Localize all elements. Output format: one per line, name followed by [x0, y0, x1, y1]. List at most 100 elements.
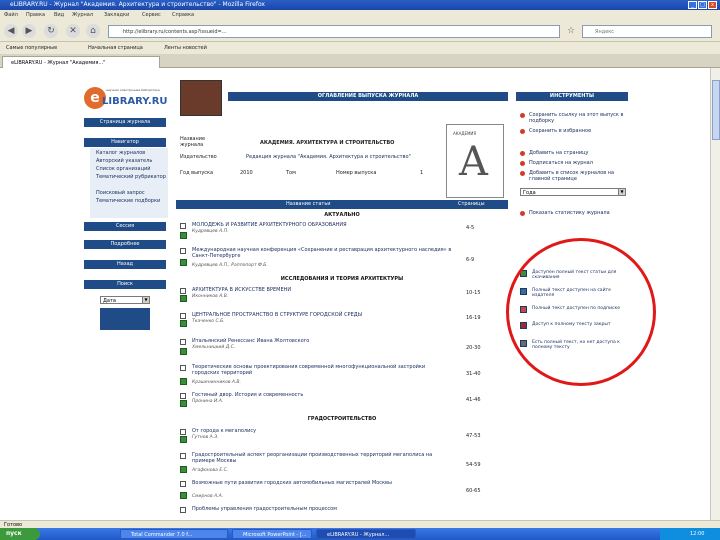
leftnav-item[interactable]: Авторский указатель [96, 158, 152, 164]
menu-file[interactable]: Файл [4, 12, 18, 18]
tab-bar: eLIBRARY.RU - Журнал "Академия..." [0, 54, 720, 68]
leftnav-item[interactable]: Поисковый запрос [96, 190, 145, 196]
back-button[interactable]: ◀ [4, 24, 18, 38]
bookmark-popular[interactable]: Самые популярные [6, 45, 57, 51]
tool-item[interactable]: Сохранить в избранное [520, 128, 624, 136]
url-bar[interactable]: http://elibrary.ru/contents.asp?issueid=… [108, 25, 560, 38]
session-button[interactable]: Сессия [84, 222, 166, 231]
scrollbar-thumb[interactable] [712, 80, 720, 140]
article-author[interactable]: Крашенинников А.В. [192, 380, 241, 385]
bullet-icon [520, 171, 525, 176]
menu-help[interactable]: Справка [172, 12, 194, 18]
pdf-icon[interactable] [180, 400, 187, 407]
article-author[interactable]: Пронина И.А. [192, 399, 223, 404]
pdf-icon[interactable] [180, 348, 187, 355]
article-pages: 60-65 [466, 488, 481, 494]
publisher-value[interactable]: Редакция журнала "Академия. Архитектура … [246, 154, 411, 160]
pdf-icon[interactable] [180, 232, 187, 239]
tool-item[interactable]: Сохранить ссылку на этот выпуск в подбор… [520, 112, 624, 126]
article-checkbox[interactable] [180, 313, 186, 319]
journal-name-value[interactable]: АКАДЕМИЯ. АРХИТЕКТУРА И СТРОИТЕЛЬСТВО [260, 140, 394, 146]
calendar-widget[interactable] [100, 308, 150, 330]
pdf-icon[interactable] [180, 436, 187, 443]
article-pages: 54-59 [466, 462, 481, 468]
article-title[interactable]: Проблемы управления градостроительным пр… [192, 506, 452, 512]
pdf-icon[interactable] [180, 320, 187, 327]
tab-elibrary[interactable]: eLIBRARY.RU - Журнал "Академия..." [2, 56, 160, 68]
search-input[interactable]: Яндекс [582, 25, 712, 38]
tom-label: Том [286, 170, 296, 176]
article-title[interactable]: Теоретические основы проектирования совр… [192, 364, 452, 376]
leftnav-item[interactable]: Список организаций [96, 166, 151, 172]
task-powerpoint[interactable]: Microsoft PowerPoint - [... [232, 529, 312, 539]
close-button[interactable]: x [708, 1, 717, 9]
article-title[interactable]: Международная научная конференция «Сохра… [192, 247, 452, 259]
minimize-button[interactable]: _ [688, 1, 697, 9]
go-star-icon[interactable]: ☆ [564, 24, 578, 38]
article-title[interactable]: Итальянский Ренессанс Ивана Жолтовского [192, 338, 452, 344]
article-checkbox[interactable] [180, 481, 186, 487]
menu-tools[interactable]: Сервис [142, 12, 161, 18]
article-title[interactable]: АРХИТЕКТУРА В ИСКУССТВЕ ВРЕМЕНИ [192, 287, 452, 293]
bookmark-start[interactable]: Начальная страница [88, 45, 143, 51]
vertical-scrollbar[interactable] [710, 68, 720, 520]
search-header: Поиск [84, 280, 166, 289]
article-checkbox[interactable] [180, 365, 186, 371]
article-title[interactable]: ЦЕНТРАЛЬНОЕ ПРОСТРАНСТВО В СТРУКТУРЕ ГОР… [192, 312, 452, 318]
article-title[interactable]: От города к мегаполису [192, 428, 452, 434]
section-title: ГРАДОСТРОИТЕЛЬСТВО [307, 416, 377, 422]
tool-item[interactable]: Показать статистику журнала [520, 210, 624, 218]
stop-button[interactable]: ✕ [66, 24, 80, 38]
more-button[interactable]: Подробнее [84, 240, 166, 249]
leftnav-item[interactable]: Тематический рубрикатор [96, 174, 166, 180]
pdf-icon[interactable] [180, 466, 187, 473]
article-author[interactable]: Кудрявцев А.П. [192, 229, 228, 234]
article-title[interactable]: Гостиный двор. История и современность [192, 392, 452, 398]
menu-view[interactable]: Вид [54, 12, 64, 18]
article-author[interactable]: Смирнов А.А. [192, 494, 223, 499]
elibrary-logo[interactable]: e научная электронная библиотека LIBRARY… [84, 87, 174, 111]
article-author[interactable]: Кудрявцев А.П., Раппопорт Ф.Б. [192, 263, 268, 268]
tool-item[interactable]: Добавить в список журналов на главной ст… [520, 170, 624, 184]
date-select[interactable]: Дата ▼ [100, 296, 150, 304]
article-author[interactable]: Хмельницкий Д.С. [192, 345, 235, 350]
article-title[interactable]: Градостроительный аспект реорганизации п… [192, 452, 452, 464]
pdf-icon[interactable] [180, 492, 187, 499]
article-checkbox[interactable] [180, 453, 186, 459]
article-checkbox[interactable] [180, 223, 186, 229]
article-checkbox[interactable] [180, 288, 186, 294]
forward-button[interactable]: ▶ [22, 24, 36, 38]
journal-page-button[interactable]: Страница журнала [84, 118, 166, 127]
task-total-commander[interactable]: Total Commander 7.0 f... [120, 529, 228, 539]
tool-item[interactable]: Подписаться на журнал [520, 160, 624, 168]
menu-bookmarks[interactable]: Закладки [104, 12, 129, 18]
tool-item[interactable]: Добавить на страницу [520, 150, 624, 158]
leftnav-item[interactable]: Тематические подборки [96, 198, 160, 204]
reload-button[interactable]: ↻ [44, 24, 58, 38]
period-select[interactable]: Года ▼ [520, 188, 626, 196]
article-checkbox[interactable] [180, 393, 186, 399]
maximize-button[interactable]: □ [698, 1, 707, 9]
pdf-icon[interactable] [180, 295, 187, 302]
article-checkbox[interactable] [180, 507, 186, 513]
article-title[interactable]: МОЛОДЕЖЬ И РАЗВИТИЕ АРХИТЕКТУРНОГО ОБРАЗ… [192, 222, 452, 228]
menu-edit[interactable]: Правка [26, 12, 45, 18]
article-checkbox[interactable] [180, 429, 186, 435]
article-checkbox[interactable] [180, 248, 186, 254]
menu-history[interactable]: Журнал [72, 12, 93, 18]
article-author[interactable]: Иконников А.В. [192, 294, 228, 299]
article-author[interactable]: Агафонова Е.С. [192, 468, 228, 473]
leftnav-item[interactable]: Каталог журналов [96, 150, 145, 156]
back-nav-button[interactable]: Назад [84, 260, 166, 269]
article-title[interactable]: Возможные пути развития городских автомо… [192, 480, 452, 486]
article-author[interactable]: Ткаченко С.Б. [192, 319, 225, 324]
article-checkbox[interactable] [180, 339, 186, 345]
pdf-icon[interactable] [180, 259, 187, 266]
article-author[interactable]: Гутнов А.Э. [192, 435, 219, 440]
task-firefox[interactable]: eLIBRARY.RU - Журнал... [316, 529, 416, 539]
journal-cover[interactable]: АКАДЕМИЯ A [446, 124, 504, 198]
pdf-icon[interactable] [180, 378, 187, 385]
start-button[interactable]: пуск [0, 528, 40, 540]
home-button[interactable]: ⌂ [86, 24, 100, 38]
bookmark-news[interactable]: Ленты новостей [164, 45, 207, 51]
